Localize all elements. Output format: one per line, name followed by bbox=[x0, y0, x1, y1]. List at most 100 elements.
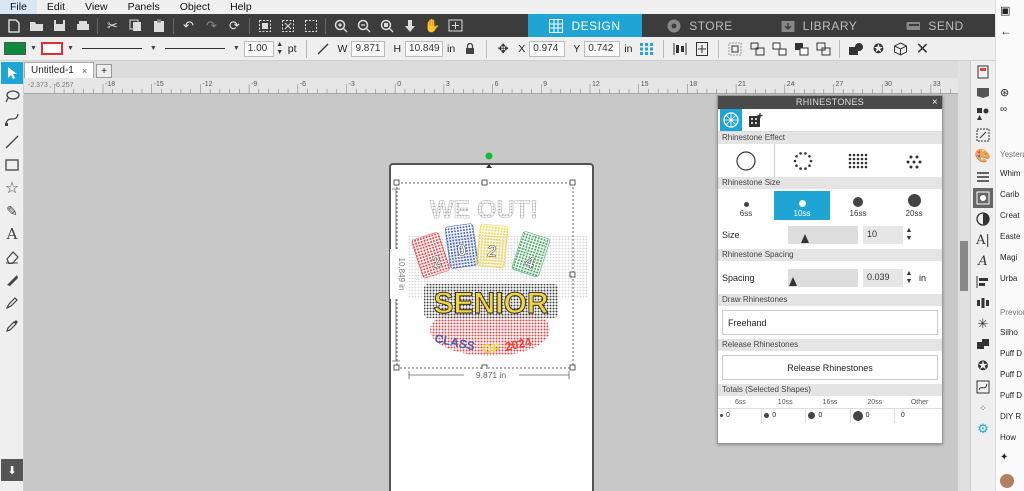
line-style-dropdown-icon[interactable]: ▼ bbox=[150, 45, 157, 52]
line-dash-dropdown-icon[interactable]: ▼ bbox=[233, 45, 240, 52]
line-style-select[interactable] bbox=[81, 48, 142, 49]
history-item[interactable]: Creat bbox=[1000, 211, 1024, 220]
line-width-input[interactable]: 1.00 bbox=[243, 40, 274, 57]
select-tool-icon[interactable] bbox=[1, 62, 23, 84]
open-folder-icon[interactable] bbox=[27, 16, 47, 36]
vertical-scrollbar[interactable] bbox=[958, 61, 970, 491]
history-item[interactable]: Easte bbox=[1000, 232, 1024, 241]
move-handle-icon[interactable] bbox=[486, 164, 492, 168]
x-position-input[interactable]: 0.974 bbox=[529, 40, 566, 57]
tab-send[interactable]: SEND bbox=[880, 14, 990, 37]
line-color-swatch[interactable] bbox=[40, 42, 63, 55]
height-input[interactable]: 10.849 bbox=[405, 40, 444, 57]
extensions-icon[interactable]: ▣ bbox=[1000, 4, 1024, 17]
sketch-panel-icon[interactable]: ⁘ bbox=[973, 398, 993, 418]
paste-icon[interactable] bbox=[149, 16, 169, 36]
shapes-panel-icon[interactable] bbox=[973, 104, 993, 124]
size-option-16ss[interactable]: 16ss bbox=[830, 191, 886, 220]
line-dash-select[interactable] bbox=[164, 48, 225, 49]
line-color-dropdown-icon[interactable]: ▼ bbox=[67, 45, 74, 52]
size-option-6ss[interactable]: 6ss bbox=[718, 191, 774, 220]
replicate-panel-icon[interactable] bbox=[973, 293, 993, 313]
pencil-tool-icon[interactable]: ✎ bbox=[1, 200, 23, 222]
tab-design[interactable]: DESIGN bbox=[528, 14, 642, 37]
menu-edit[interactable]: Edit bbox=[37, 0, 75, 14]
history-item[interactable]: Urba bbox=[1000, 274, 1024, 283]
spacing-stepper[interactable]: ▲ ▼ bbox=[905, 270, 913, 286]
fill-color-panel-icon[interactable]: 🎨 bbox=[973, 146, 993, 166]
slider-handle-icon[interactable] bbox=[789, 276, 797, 286]
tab-store[interactable]: STORE bbox=[642, 14, 758, 37]
3d-object-icon[interactable] bbox=[891, 40, 909, 58]
pen-tool-icon[interactable] bbox=[1, 292, 23, 314]
rhinestone-tab-icon[interactable] bbox=[720, 109, 742, 131]
menu-help[interactable]: Help bbox=[220, 0, 262, 14]
align-panel-icon[interactable] bbox=[973, 272, 993, 292]
panel-title-bar[interactable]: RHINESTONES × bbox=[718, 96, 942, 109]
trace-panel-icon[interactable] bbox=[973, 377, 993, 397]
copy-icon[interactable] bbox=[126, 16, 146, 36]
center-page-icon[interactable] bbox=[693, 40, 711, 58]
deselect-icon[interactable] bbox=[278, 16, 298, 36]
rectangle-tool-icon[interactable] bbox=[1, 154, 23, 176]
add-tab-button[interactable]: + bbox=[96, 64, 113, 78]
size-option-20ss[interactable]: 20ss bbox=[886, 191, 942, 220]
apps-icon[interactable]: ∞ bbox=[1000, 104, 1024, 115]
spacing-input[interactable]: 0.039 bbox=[863, 268, 903, 287]
width-input[interactable]: 9.871 bbox=[351, 40, 386, 57]
cut-icon[interactable]: ✂ bbox=[103, 16, 123, 36]
settings-gear-icon[interactable]: ⚙ bbox=[973, 419, 993, 439]
zoom-fit-icon[interactable] bbox=[377, 16, 397, 36]
effect-outline-icon[interactable] bbox=[718, 144, 774, 177]
fill-color-swatch[interactable] bbox=[4, 42, 26, 55]
close-icon[interactable]: ✕ bbox=[913, 40, 931, 58]
history-item[interactable]: Magi bbox=[1000, 253, 1024, 262]
history-item[interactable]: Whim bbox=[1000, 169, 1024, 178]
print-icon[interactable] bbox=[73, 16, 93, 36]
page-setup-icon[interactable] bbox=[973, 62, 993, 82]
hand-icon[interactable]: ✋ bbox=[423, 16, 443, 36]
text-tool-icon[interactable]: A bbox=[1, 223, 23, 245]
star-favorite-panel-icon[interactable]: ✪ bbox=[973, 356, 993, 376]
scrollbar-thumb[interactable] bbox=[960, 241, 968, 291]
replicate-icon[interactable] bbox=[726, 40, 744, 58]
tab-library[interactable]: LIBRARY bbox=[758, 14, 880, 37]
import-icon[interactable]: ⬇ bbox=[1, 459, 23, 481]
history-item[interactable]: Puff D bbox=[1000, 391, 1024, 400]
save-icon[interactable] bbox=[50, 16, 70, 36]
select-all-icon[interactable] bbox=[255, 16, 275, 36]
modify-shape-icon[interactable] bbox=[847, 40, 865, 58]
fill-dropdown-icon[interactable]: ▼ bbox=[30, 45, 37, 52]
document-tab[interactable]: Untitled-1 × bbox=[24, 62, 95, 78]
effect-scatter-icon[interactable] bbox=[886, 144, 942, 177]
redo-icon[interactable]: ↷ bbox=[202, 16, 222, 36]
ungroup-icon[interactable] bbox=[770, 40, 788, 58]
effect-fill-grid-icon[interactable] bbox=[831, 144, 887, 177]
slider-handle-icon[interactable] bbox=[801, 234, 809, 243]
lasso-tool-icon[interactable] bbox=[1, 85, 23, 107]
rhinestone-panel-icon[interactable] bbox=[973, 188, 993, 208]
menu-panels[interactable]: Panels bbox=[118, 0, 170, 14]
edit-points-icon[interactable] bbox=[1, 108, 23, 130]
line-tool-icon[interactable] bbox=[1, 131, 23, 153]
eraser-tool-icon[interactable] bbox=[1, 246, 23, 268]
size-input[interactable]: 10 bbox=[863, 226, 903, 244]
history-item[interactable]: Puff D bbox=[1000, 349, 1024, 358]
knife-tool-icon[interactable] bbox=[1, 269, 23, 291]
history-item[interactable]: Carib bbox=[1000, 190, 1024, 199]
modify-panel-icon[interactable]: ✳ bbox=[973, 314, 993, 334]
lock-icon[interactable] bbox=[461, 40, 479, 58]
new-file-icon[interactable] bbox=[4, 16, 24, 36]
redraw-icon[interactable]: ⟳ bbox=[225, 16, 245, 36]
freehand-button[interactable]: Freehand bbox=[722, 310, 938, 335]
sparkle-icon[interactable]: ✦ bbox=[1000, 452, 1024, 463]
rotate-handle[interactable] bbox=[485, 152, 493, 160]
weld-panel-icon[interactable] bbox=[973, 335, 993, 355]
eyedropper-tool-icon[interactable] bbox=[1, 315, 23, 337]
text-style-panel-icon[interactable]: A| bbox=[973, 230, 993, 250]
history-item[interactable]: Silho bbox=[1000, 328, 1024, 337]
back-arrow-icon[interactable]: ← bbox=[1000, 24, 1024, 38]
size-slider[interactable] bbox=[788, 226, 858, 244]
group-icon[interactable] bbox=[748, 40, 766, 58]
text-path-panel-icon[interactable]: A bbox=[973, 251, 993, 271]
